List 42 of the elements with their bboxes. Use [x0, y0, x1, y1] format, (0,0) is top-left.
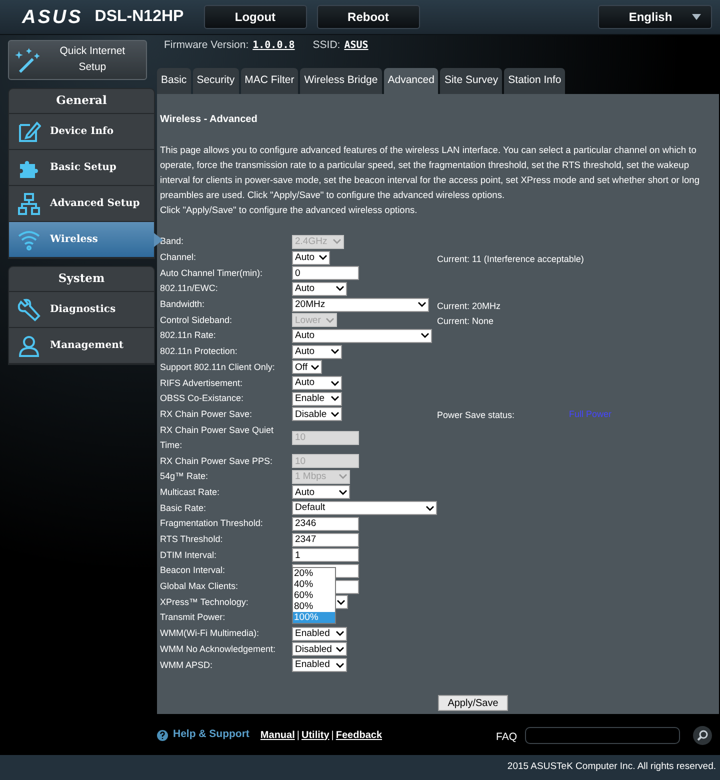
- ssid-label: SSID:: [312, 38, 340, 53]
- field-label: OBSS Co-Existance:: [160, 392, 245, 406]
- field-label: Control Sideband:: [160, 314, 234, 327]
- description-text: This page allows you to configure advanced features of the wireless LAN interface. You can select a particular channel on which to operate, force the transmission rate to a particular speed, set the fragmentation threshold, set the RTS threshold, set the wakeup interval for clients in power-save mode, set the beacon interval for the access point, set XPress mode and set whether short or long preambles are used. Click "Apply/Save" to configure the advanced wireless options.: [160, 144, 700, 202]
- model-name: DSL-N12HP: [94, 9, 184, 25]
- brand-logo: ASUS: [22, 8, 83, 26]
- firmware-label: Firmware Version:: [164, 38, 249, 53]
- status-text: Power Save status:: [437, 410, 515, 420]
- status-text: Current: 11 (Interference acceptable): [437, 254, 584, 264]
- section-title: Wireless - Advanced: [160, 113, 258, 127]
- field-label: XPress™ Technology:: [160, 596, 250, 609]
- field-label: WMM APSD:: [160, 658, 214, 672]
- field-label: Global Max Clients:: [160, 580, 240, 594]
- separator-text: |: [296, 728, 300, 742]
- field-label: 802.11n Protection:: [160, 345, 238, 358]
- status-value: Full Power: [569, 408, 612, 421]
- field-label: 54g™ Rate:: [160, 470, 210, 484]
- field-label: 802.11n/EWC:: [160, 282, 219, 296]
- field-label: Fragmentation Threshold:: [160, 517, 264, 530]
- field-label: RX Chain Power Save:: [160, 408, 254, 421]
- field-label: WMM(Wi-Fi Multimedia):: [160, 627, 260, 640]
- field-label: Multicast Rate:: [160, 486, 221, 499]
- field-label: Support 802.11n Client Only:: [160, 360, 276, 374]
- field-label: DTIM Interval:: [160, 548, 218, 562]
- separator-text: |: [331, 728, 334, 742]
- field-label: Beacon Interval:: [160, 564, 226, 578]
- status-text: Current: 20MHz: [437, 300, 501, 311]
- field-label: RX Chain Power Save Quiet Time:: [160, 424, 275, 452]
- field-label: Basic Rate:: [160, 502, 208, 515]
- field-label: Channel:: [160, 251, 198, 264]
- field-label: Bandwidth:: [160, 298, 206, 312]
- field-label: WMM No Acknowledgement:: [160, 642, 277, 656]
- faq-label: FAQ: [496, 730, 517, 746]
- field-label: RTS Threshold:: [160, 533, 224, 546]
- description-text: Click "Apply/Save" to configure the advanced wireless options.: [160, 204, 418, 217]
- copyright-text: 2015 ASUSTeK Computer Inc. All rights reserved.: [507, 760, 716, 774]
- field-label: RIFS Advertisement:: [160, 376, 244, 390]
- field-label: Auto Channel Timer(min):: [160, 266, 264, 280]
- field-label: 802.11n Rate:: [160, 329, 217, 342]
- field-label: RX Chain Power Save PPS:: [160, 454, 274, 468]
- status-text: Current: None: [437, 316, 494, 326]
- field-label: Transmit Power:: [160, 611, 226, 624]
